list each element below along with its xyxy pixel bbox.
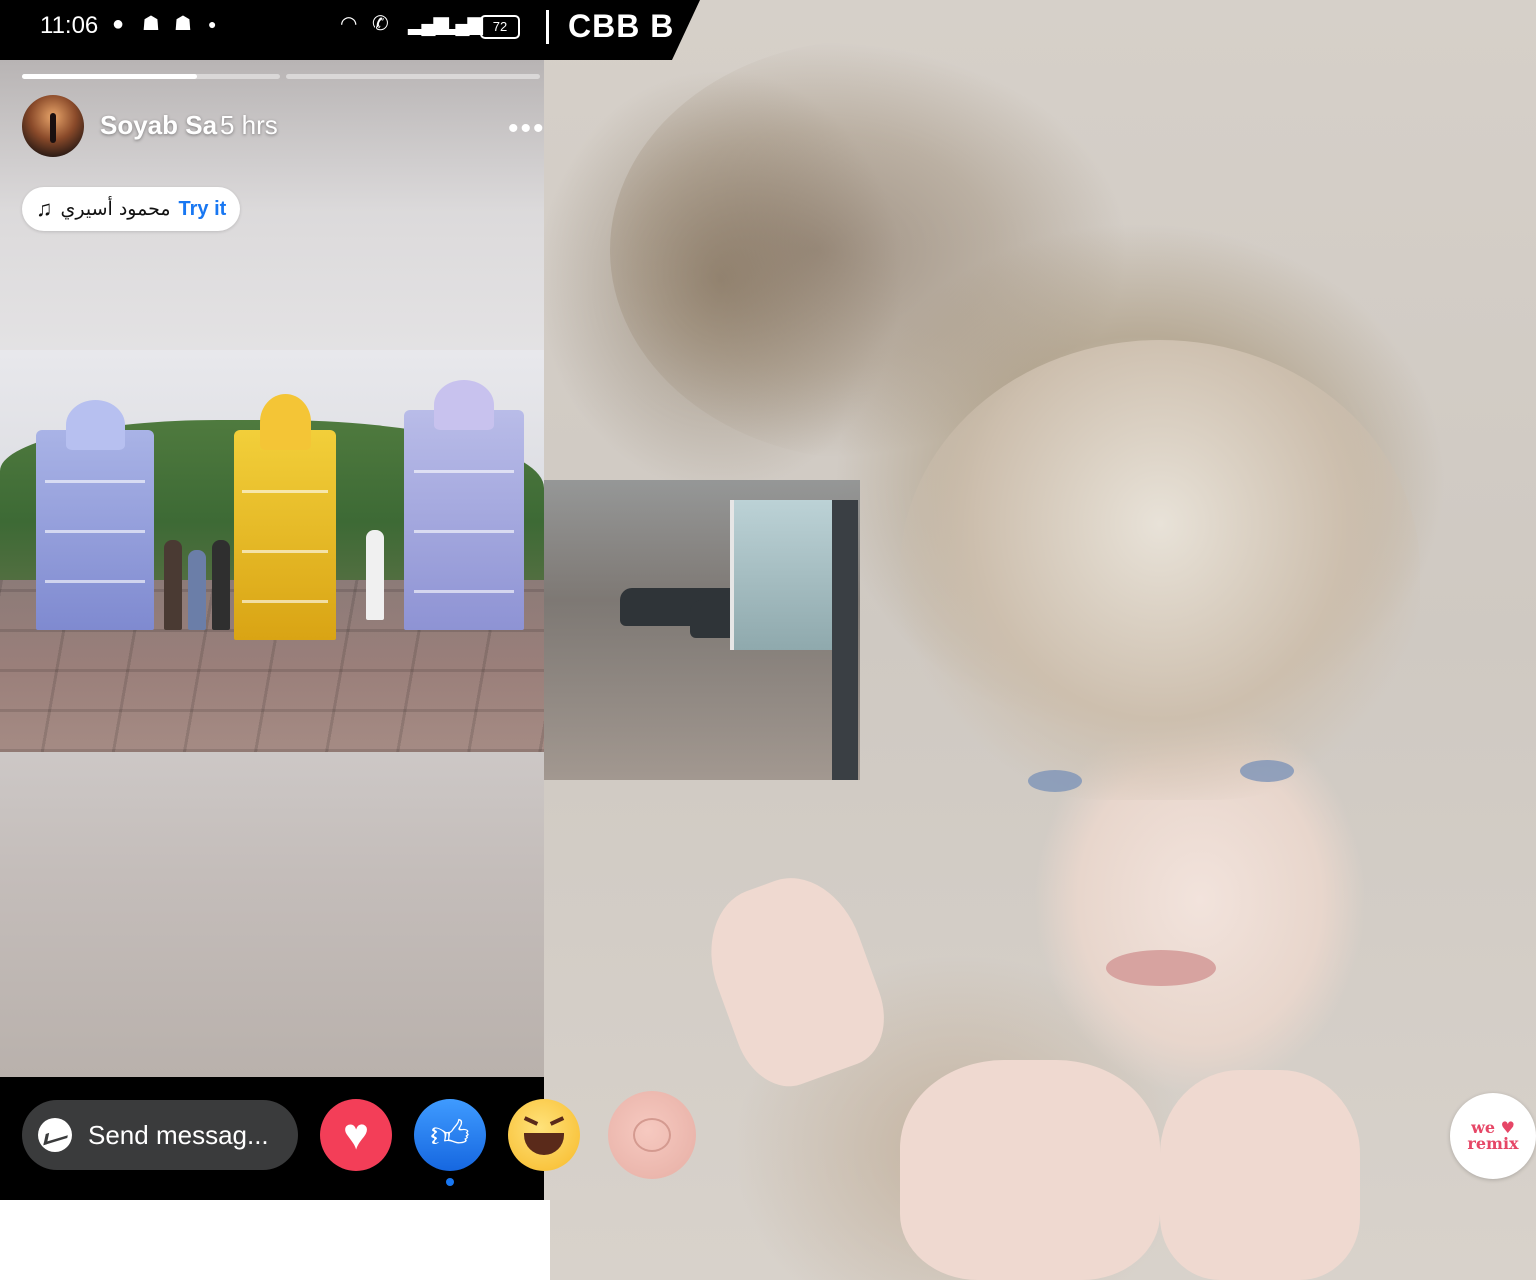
like-reaction-button[interactable]: 👍︎ [414, 1099, 486, 1171]
story-viewer[interactable]: Soyab Sa 5 hrs ••• ♫ محمود أسيري Try it [0, 60, 544, 1077]
love-reaction-button[interactable]: ♥ [320, 1099, 392, 1171]
tazia-tier [242, 550, 328, 553]
hand [1160, 1070, 1360, 1280]
haha-reaction-button[interactable] [508, 1099, 580, 1171]
person [164, 540, 182, 630]
send-message-label: Send messag... [88, 1119, 269, 1150]
eye [1240, 760, 1294, 782]
more-options-icon[interactable]: ••• [508, 112, 544, 146]
tazia-tier [45, 480, 145, 483]
story-progress-bar [286, 74, 540, 79]
poster-name[interactable]: Soyab Sa [100, 110, 217, 141]
tazia-dome [434, 380, 494, 430]
snapchat-icon: ☗ [174, 13, 192, 35]
haha-eye [523, 1116, 539, 1126]
tazia-structure [404, 380, 524, 630]
tazia-tier [45, 580, 145, 583]
divider [546, 10, 549, 44]
avatar[interactable] [22, 95, 84, 157]
watermark-line: remix [1467, 1134, 1519, 1153]
person [212, 540, 230, 630]
story-progress-bar [22, 74, 280, 79]
hand [690, 860, 900, 1100]
bottom-panel [0, 1200, 550, 1280]
tazia-tier [413, 530, 515, 533]
haha-eye [549, 1116, 565, 1126]
wifi-icon: ◠ [340, 13, 358, 35]
try-it-link[interactable]: Try it [179, 198, 227, 221]
signal-icon: ▂▄▆ [442, 13, 483, 35]
status-time: 11:06 [40, 12, 99, 39]
tazia-tier [242, 490, 328, 493]
haha-mouth [524, 1133, 564, 1155]
tazia-tier [45, 530, 145, 533]
custom-reaction-icon [633, 1118, 671, 1152]
avatar-figure [50, 113, 56, 143]
pole [832, 500, 858, 780]
heart-icon: ♥ [342, 1110, 370, 1159]
status-bar: 11:06 ● ☗ ☗ ● ◠ ✆ ▂▄▆ ▂▄▆ 72 CBB B [0, 0, 700, 60]
tazia-tier [413, 590, 515, 593]
remix-watermark-logo: we ♥ remix [1450, 1093, 1536, 1179]
lips [1106, 950, 1216, 986]
call-icon: ✆ [372, 13, 389, 35]
tazia-dome [65, 400, 125, 450]
hair [900, 340, 1420, 800]
tazia-dome [259, 394, 311, 450]
messenger-notification-icon: ● [112, 13, 125, 35]
selected-indicator [446, 1178, 454, 1186]
building [730, 500, 834, 650]
background-artwork [540, 0, 1536, 1280]
tazia-structure [234, 394, 336, 640]
tazia-structure [36, 400, 154, 630]
send-message-button[interactable]: Send messag... [22, 1100, 298, 1170]
battery-icon: 72 [480, 15, 520, 39]
post-time: 5 hrs [220, 110, 278, 140]
custom-reaction-button[interactable] [608, 1091, 696, 1179]
thumbs-up-icon: 👍︎ [430, 1114, 470, 1156]
person [188, 550, 206, 630]
music-sticker[interactable]: ♫ محمود أسيري Try it [22, 187, 240, 231]
music-note-icon: ♫ [36, 196, 53, 221]
tazia-tier [413, 470, 515, 473]
dot-icon: ● [208, 16, 217, 32]
music-artist: محمود أسيري [60, 198, 171, 220]
story-photo [0, 350, 544, 752]
messenger-icon [38, 1118, 72, 1152]
tazia-tier [242, 600, 328, 603]
story-progress-fill [22, 74, 198, 79]
carrier-label: CBB B [568, 8, 675, 44]
snapchat-icon: ☗ [142, 13, 160, 35]
eye [1028, 770, 1082, 792]
person [366, 530, 384, 620]
hand [900, 1060, 1160, 1280]
